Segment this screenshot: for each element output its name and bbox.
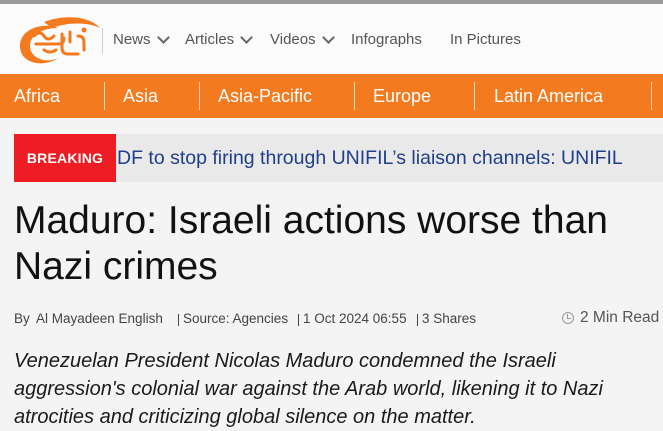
region-asia[interactable]: Asia [123,86,158,107]
nav-infographs-label: Infographs [351,31,422,48]
region-divider [199,82,200,110]
region-asia-pacific[interactable]: Asia-Pacific [218,86,312,107]
author-link[interactable]: Al Mayadeen English [36,311,163,326]
site-header: News Articles Videos Infographs In Pictu… [0,4,663,74]
chevron-down-icon [321,30,335,44]
nav-articles[interactable]: Articles [185,30,254,48]
al-mayadeen-logo[interactable] [14,14,102,68]
region-latin-america[interactable]: Latin America [494,86,603,107]
region-bar: Africa Asia Asia-Pacific Europe Latin Am… [0,74,663,118]
meta-divider [178,314,179,326]
logo-divider [102,28,103,54]
by-label: By [14,311,30,326]
nav-news[interactable]: News [113,30,170,48]
nav-news-label: News [113,31,151,48]
nav-videos-label: Videos [270,31,316,48]
nav-in-pictures-label: In Pictures [450,31,521,48]
article-title: Maduro: Israeli actions worse than Nazi … [14,199,608,288]
article-date: 1 Oct 2024 06:55 [303,311,407,326]
article-summary: Venezuelan President Nicolas Maduro cond… [14,350,603,428]
nav-in-pictures[interactable]: In Pictures [450,31,521,48]
region-europe[interactable]: Europe [373,86,431,107]
region-divider [651,82,652,110]
region-divider [354,82,355,110]
clock-icon [562,312,574,324]
read-time: 2 Min Read [562,309,659,327]
meta-divider [298,314,299,326]
breaking-news-ticker: BREAKING DF to stop firing through UNIFI… [14,134,663,182]
nav-videos[interactable]: Videos [270,30,335,48]
region-divider [474,82,475,110]
chevron-down-icon [156,30,170,44]
share-count[interactable]: 3 Shares [422,311,476,326]
breaking-headline[interactable]: DF to stop firing through UNIFIL’s liais… [117,147,623,170]
read-time-label: 2 Min Read [580,309,660,326]
region-divider [104,82,105,110]
nav-infographs[interactable]: Infographs [351,31,422,48]
region-africa[interactable]: Africa [14,86,60,107]
nav-articles-label: Articles [185,31,235,48]
meta-divider [417,314,418,326]
breaking-badge: BREAKING [14,134,116,182]
chevron-down-icon [240,30,254,44]
article-source: Source: Agencies [183,311,289,326]
